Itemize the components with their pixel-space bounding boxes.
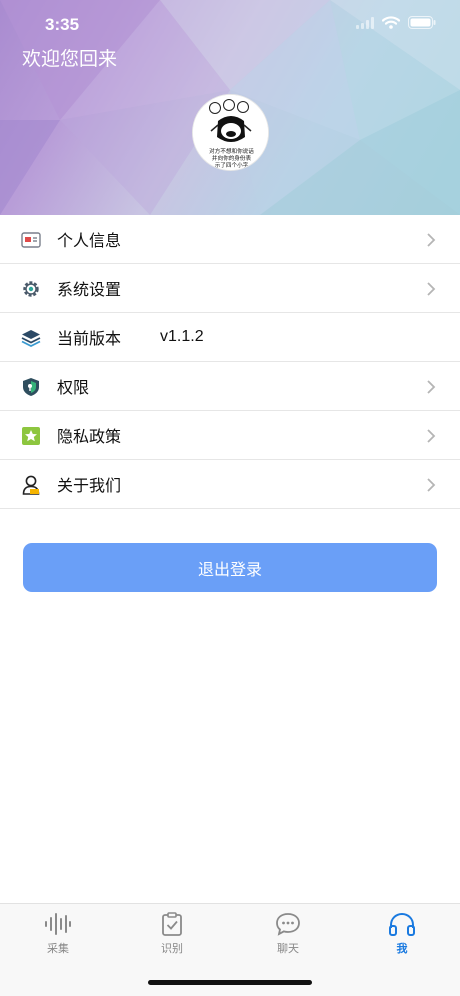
avatar-caption-line-1: 对方不想和你说话 bbox=[209, 147, 254, 155]
version-value: v1.1.2 bbox=[160, 328, 204, 345]
avatar[interactable]: 对方不想和你说话 并向你的身份表 示了四个小字 bbox=[192, 94, 269, 171]
tab-label: 我 bbox=[396, 942, 408, 955]
gear-icon bbox=[21, 279, 41, 299]
home-indicator bbox=[148, 980, 312, 985]
menu-item-system-settings[interactable]: 系统设置 bbox=[0, 264, 460, 313]
layers-icon bbox=[21, 328, 41, 348]
tab-label: 识别 bbox=[161, 942, 183, 955]
menu-item-personal-info[interactable]: 个人信息 bbox=[0, 215, 460, 264]
chat-bubble-icon bbox=[276, 913, 300, 936]
wifi-icon bbox=[382, 16, 400, 29]
chevron-right-icon bbox=[427, 233, 436, 247]
headphones-icon bbox=[389, 912, 415, 936]
clipboard-check-icon bbox=[162, 912, 182, 936]
tab-me[interactable]: 我 bbox=[372, 912, 432, 956]
menu-item-privacy-policy[interactable]: 隐私政策 bbox=[0, 411, 460, 460]
tab-label: 采集 bbox=[47, 942, 69, 955]
chevron-right-icon bbox=[427, 282, 436, 296]
welcome-text: 欢迎您回来 bbox=[22, 48, 118, 70]
chevron-right-icon bbox=[427, 380, 436, 394]
battery-icon bbox=[408, 16, 436, 29]
user-icon bbox=[21, 475, 41, 495]
status-time: 3:35 bbox=[45, 15, 80, 34]
waveform-icon bbox=[45, 913, 71, 935]
menu-item-label: 当前版本 bbox=[57, 329, 122, 348]
menu-item-about-us[interactable]: 关于我们 bbox=[0, 460, 460, 509]
tab-chat[interactable]: 聊天 bbox=[258, 912, 318, 956]
menu-item-label: 个人信息 bbox=[57, 231, 122, 250]
menu-item-permissions[interactable]: 权限 bbox=[0, 362, 460, 411]
settings-menu: 个人信息 系统设置 当前版本 v1.1.2 权限 隐私政策 关于我们 bbox=[0, 215, 460, 509]
id-card-icon bbox=[21, 230, 41, 250]
menu-item-label: 关于我们 bbox=[57, 476, 122, 495]
star-icon bbox=[21, 426, 41, 446]
meme-avatar-image: 对方不想和你说话 并向你的身份表 示了四个小字 bbox=[193, 95, 268, 170]
menu-item-label: 系统设置 bbox=[57, 280, 122, 299]
tab-recognize[interactable]: 识别 bbox=[142, 912, 202, 956]
chevron-right-icon bbox=[427, 429, 436, 443]
menu-item-label: 隐私政策 bbox=[57, 427, 122, 446]
status-icons bbox=[356, 16, 436, 29]
profile-header: 3:35 欢迎您回来 对方不想和你说话 并向你的身份表 示了四个小字 bbox=[0, 0, 460, 215]
tab-collect[interactable]: 采集 bbox=[28, 912, 88, 956]
avatar-caption-line-2: 并向你的身份表 bbox=[212, 154, 252, 162]
logout-button[interactable]: 退出登录 bbox=[23, 543, 437, 592]
chevron-right-icon bbox=[427, 478, 436, 492]
avatar-caption-line-3: 示了四个小字 bbox=[215, 161, 249, 169]
menu-item-current-version: 当前版本 v1.1.2 bbox=[0, 313, 460, 362]
status-bar: 3:35 bbox=[0, 0, 460, 50]
tab-label: 聊天 bbox=[277, 942, 299, 955]
menu-item-label: 权限 bbox=[57, 378, 90, 397]
shield-icon bbox=[21, 377, 41, 397]
signal-icon bbox=[356, 16, 374, 29]
